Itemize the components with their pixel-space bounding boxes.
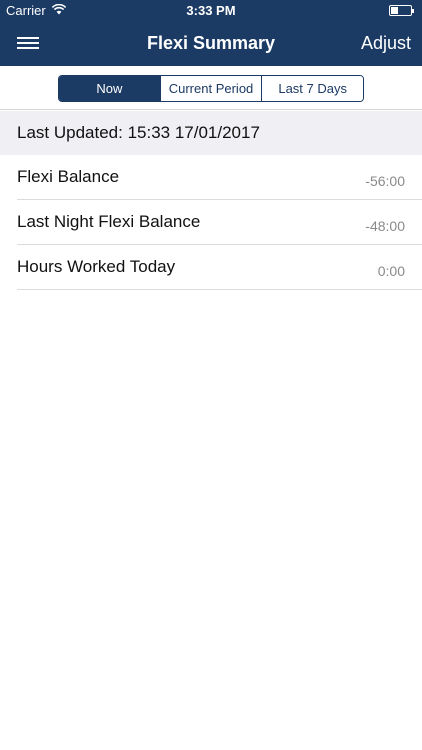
app-screen: Carrier 3:33 PM Flexi Summary Adjust Now… [0, 0, 422, 750]
row-label: Last Night Flexi Balance [17, 212, 201, 231]
segment-current-period[interactable]: Current Period [159, 76, 262, 101]
header: Carrier 3:33 PM Flexi Summary Adjust [0, 0, 422, 66]
row-value: 0:00 [377, 263, 405, 279]
list-item-hours-worked-today[interactable]: Hours Worked Today 0:00 [17, 245, 422, 290]
page-title: Flexi Summary [146, 33, 276, 53]
list-item-flexi-balance[interactable]: Flexi Balance -56:00 [17, 155, 422, 200]
row-value: -56:00 [365, 173, 405, 189]
nav-bar: Flexi Summary Adjust [0, 22, 422, 66]
status-bar: Carrier 3:33 PM [0, 0, 422, 22]
segment-area: Now Current Period Last 7 Days [0, 66, 422, 110]
last-updated-label: Last Updated: 15:33 17/01/2017 [0, 111, 422, 155]
status-time: 3:33 PM [186, 3, 236, 18]
row-value: -48:00 [365, 218, 405, 234]
summary-list: Flexi Balance -56:00 Last Night Flexi Ba… [0, 155, 422, 290]
segment-now[interactable]: Now [59, 76, 160, 101]
segment-last-7-days[interactable]: Last 7 Days [261, 76, 363, 101]
row-label: Hours Worked Today [17, 257, 176, 276]
adjust-button[interactable]: Adjust [361, 33, 411, 54]
battery-icon [389, 5, 414, 16]
list-item-last-night-flexi-balance[interactable]: Last Night Flexi Balance -48:00 [17, 200, 422, 245]
period-segmented-control: Now Current Period Last 7 Days [58, 75, 364, 102]
row-label: Flexi Balance [17, 167, 120, 186]
